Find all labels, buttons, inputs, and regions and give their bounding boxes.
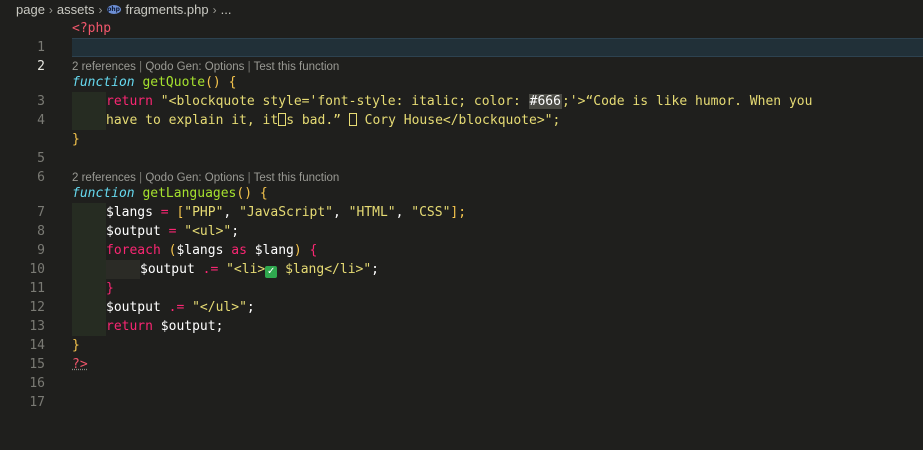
codelens-test-function[interactable]: Test this function [254,61,340,73]
breadcrumb-file[interactable]: fragments.php [126,2,209,17]
code-line[interactable]: 17 [0,374,923,410]
code-line[interactable]: 15 } [0,336,923,372]
indent-guide [72,111,106,130]
code-line[interactable]: 14 return $output; [0,317,923,353]
code-line[interactable]: 11 $output .= "<li> ✓ $lang</li>"; [0,260,923,296]
chevron-right-icon: › [98,2,103,17]
php-file-icon: php [106,5,121,14]
code-editor[interactable]: 1 <?php 2 2 references | Qodo Gen: Optio… [0,19,923,414]
active-line-highlight [72,38,923,57]
codelens-test-function[interactable]: Test this function [254,172,340,184]
indent-guide [72,298,106,317]
breadcrumb-assets[interactable]: assets [57,2,95,17]
code-line[interactable]: 10 foreach ($langs as $lang) { [0,241,923,277]
unicode-highlight-icon [348,113,357,126]
breadcrumb-symbols[interactable]: ... [221,2,232,17]
chevron-right-icon: › [48,2,53,17]
indent-guide [72,222,106,241]
checkmark-emoji-icon: ✓ [265,266,278,278]
breadcrumb-page[interactable]: page [16,2,45,17]
code-line[interactable]: 12 } [0,279,923,315]
indent-guide [72,241,106,260]
breadcrumb: page › assets › php fragments.php › ... [16,0,231,19]
code-line[interactable]: 7 function getLanguages() { [0,184,923,220]
code-line-active[interactable]: 2 [0,38,923,74]
code-line[interactable]: 16 ?> [0,355,923,391]
codelens-qodo-options[interactable]: Qodo Gen: Options [145,172,244,184]
code-line[interactable]: 13 $output .= "</ul>"; [0,298,923,334]
color-highlight: #666 [528,94,562,109]
code-line[interactable]: 9 $output = "<ul>"; [0,222,923,258]
unicode-highlight-icon [278,113,287,126]
indent-guide [72,92,106,111]
code-line-wrapped[interactable]: have to explain it, it s bad.” Cory House… [0,111,923,130]
code-line[interactable]: 4 return "<blockquote style='font-style:… [0,92,923,128]
indent-guide [72,279,106,298]
codelens-references[interactable]: 2 references [72,172,136,184]
code-line[interactable]: 3 function getQuote() { [0,73,923,109]
indent-guide [72,260,106,279]
codelens-references[interactable]: 2 references [72,61,136,73]
line-number: 17 [29,395,45,410]
code-line[interactable]: 1 <?php [0,19,923,55]
indent-guide [106,260,140,279]
indent-guide [72,317,106,336]
code-line[interactable]: 6 [0,149,923,185]
codelens-qodo-options[interactable]: Qodo Gen: Options [145,61,244,73]
code-line[interactable]: 8 $langs = ["PHP", "JavaScript", "HTML",… [0,203,923,239]
indent-guide [72,203,106,222]
chevron-right-icon: › [212,2,217,17]
code-line[interactable]: 5 } [0,130,923,166]
